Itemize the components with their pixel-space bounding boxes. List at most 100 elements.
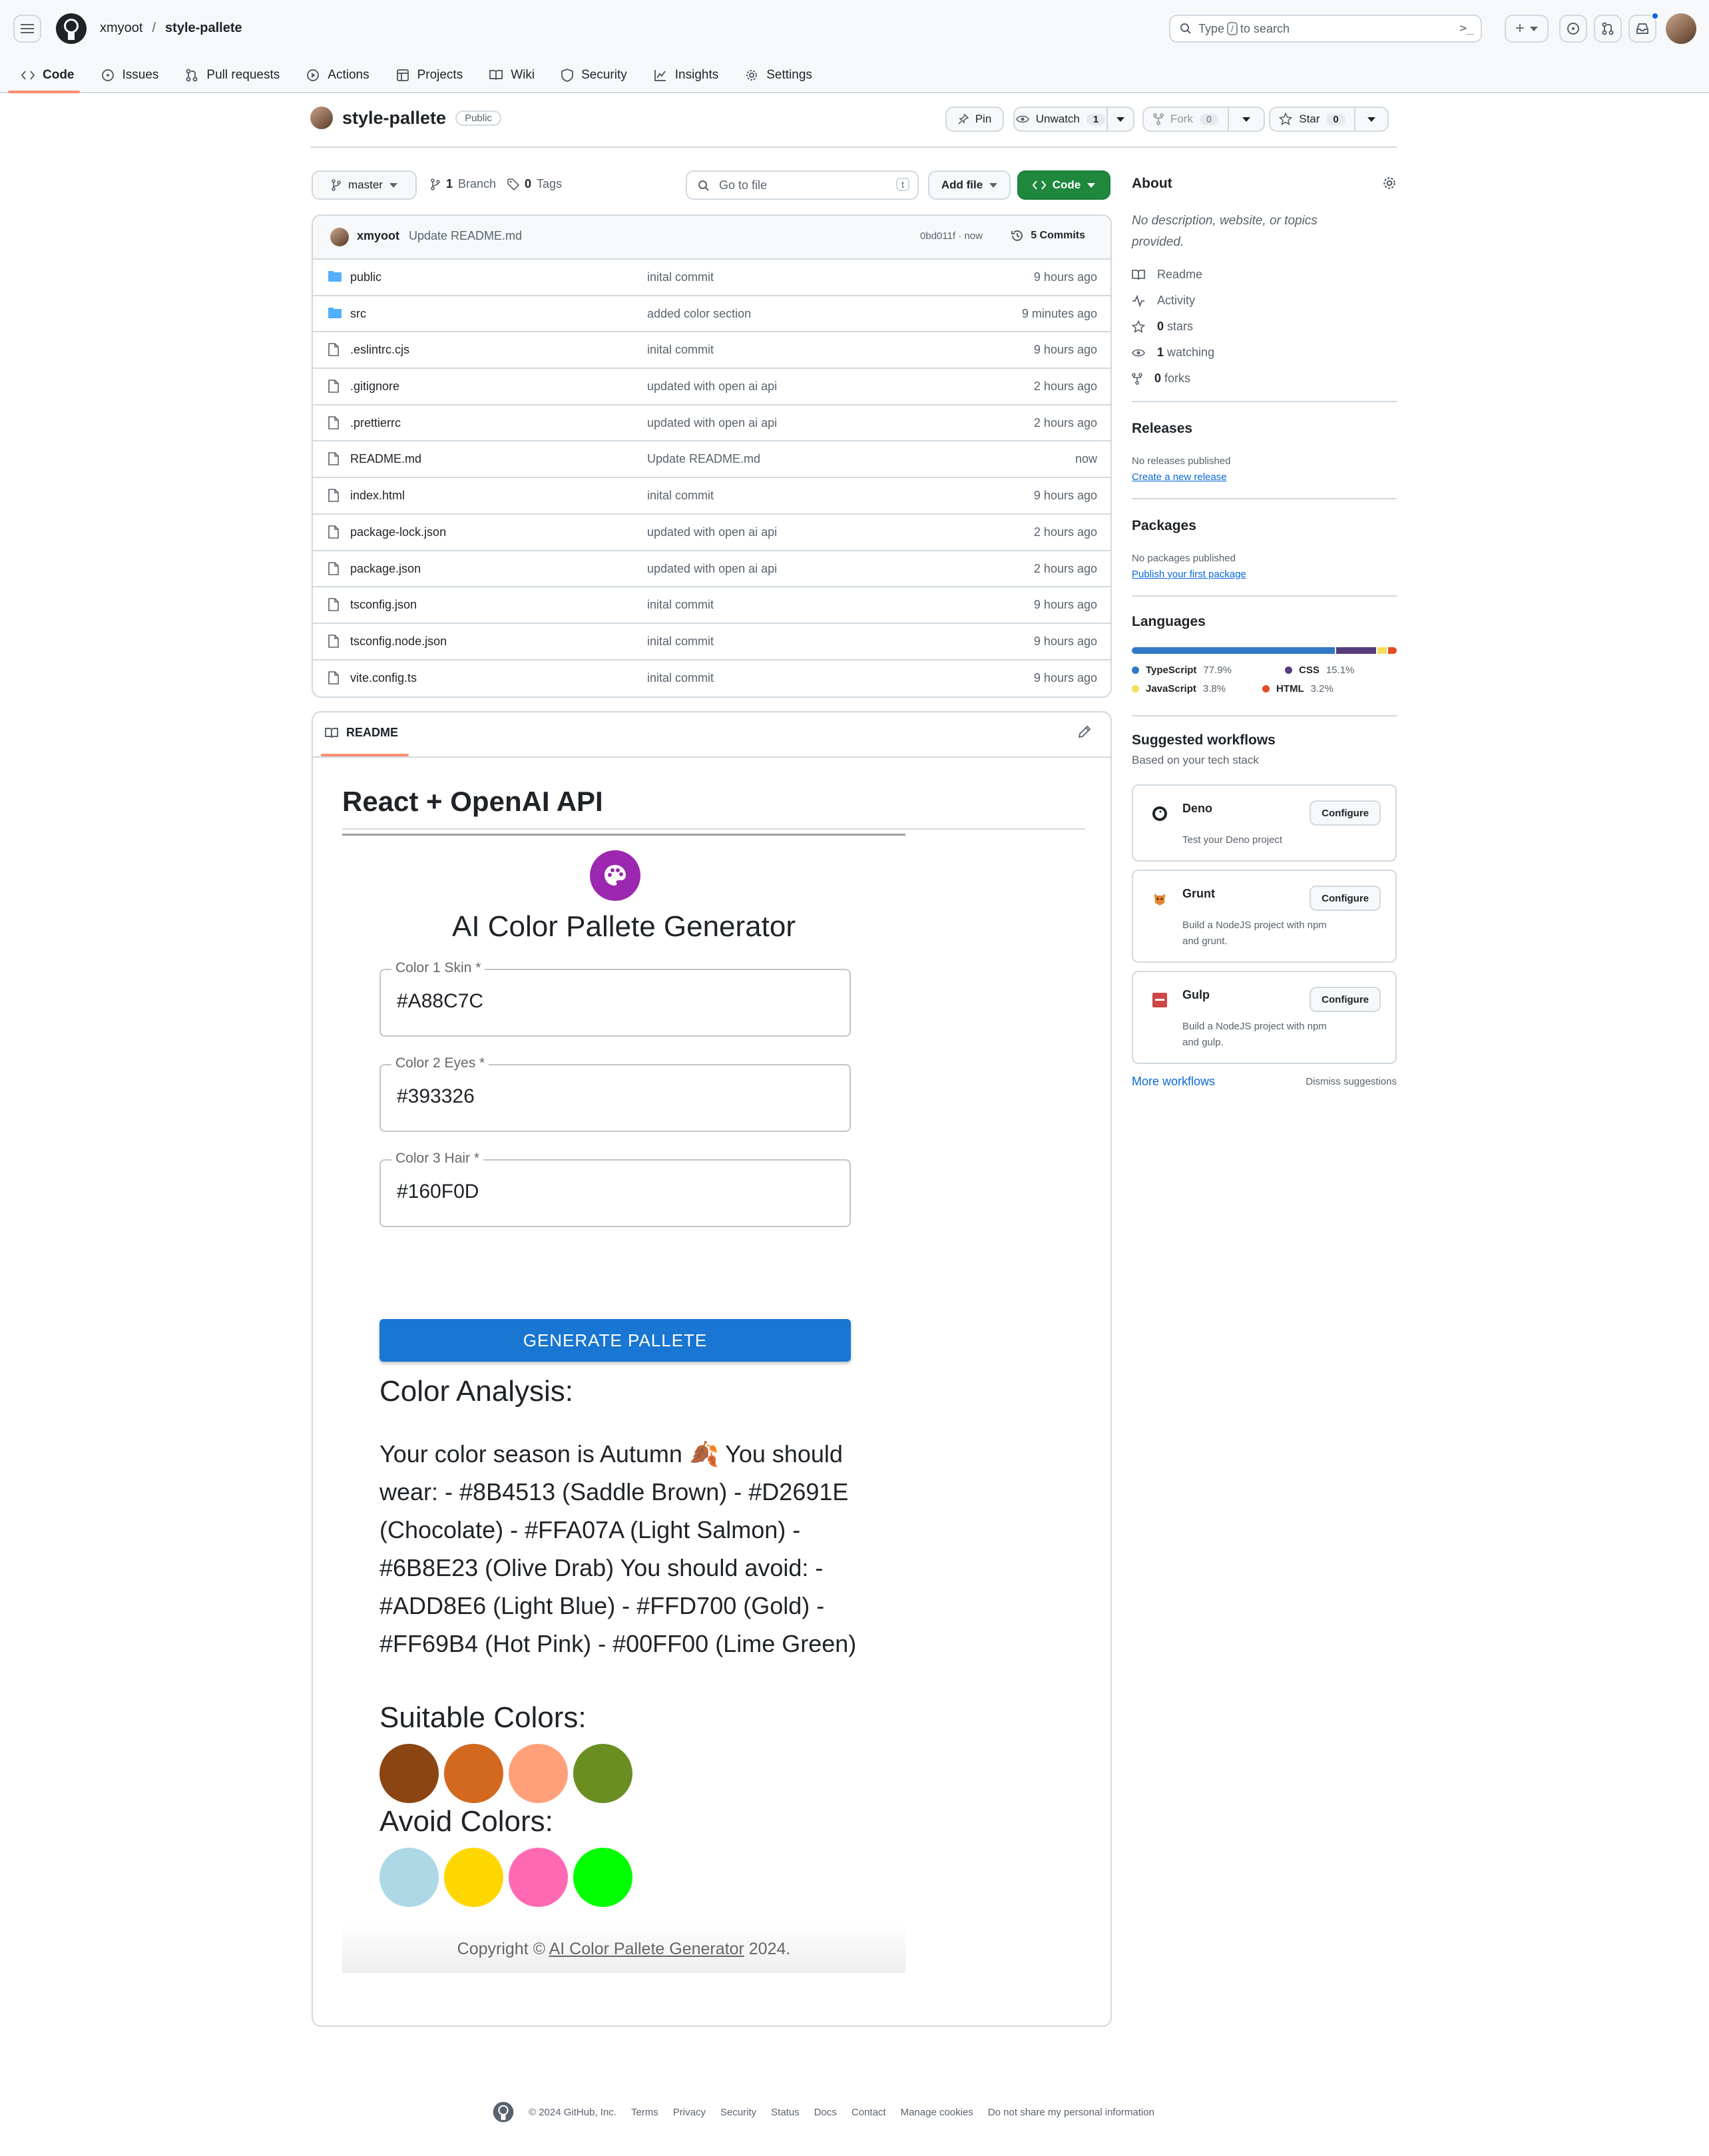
tab-code[interactable]: Code [0, 57, 88, 93]
file-commit-message[interactable]: Update README.md [647, 452, 760, 466]
copyright-link[interactable]: AI Color Pallete Generator [549, 1940, 744, 1958]
file-name[interactable]: package-lock.json [350, 525, 446, 539]
create-release-link[interactable]: Create a new release [1132, 471, 1227, 483]
file-row[interactable]: vite.config.ts inital commit 9 hours ago [313, 661, 1110, 696]
branches-link[interactable]: 1 Branch [430, 177, 496, 191]
file-name[interactable]: tsconfig.json [350, 598, 417, 612]
color-3-hair-field[interactable]: Color 3 Hair * #160F0D [379, 1151, 851, 1227]
file-commit-message[interactable]: updated with open ai api [647, 380, 777, 394]
color-1-skin-field[interactable]: Color 1 Skin * #A88C7C [379, 960, 851, 1037]
issues-button[interactable] [1559, 15, 1587, 43]
tab-wiki[interactable]: Wiki [476, 57, 548, 93]
tab-projects[interactable]: Projects [383, 57, 477, 93]
configure-button[interactable]: Configure [1310, 886, 1381, 911]
file-row[interactable]: README.md Update README.md now [313, 441, 1110, 479]
file-name[interactable]: index.html [350, 489, 405, 503]
commit-hash-time[interactable]: 0bd011f · now [920, 230, 983, 242]
fork-dropdown[interactable] [1228, 107, 1265, 132]
file-name[interactable]: public [350, 270, 381, 284]
footer-link[interactable]: Docs [814, 2107, 837, 2118]
file-row[interactable]: public inital commit 9 hours ago [313, 260, 1110, 296]
language-item[interactable]: HTML 3.2% [1262, 683, 1334, 694]
file-name[interactable]: package.json [350, 562, 421, 576]
commits-link[interactable]: 5 Commits [1011, 229, 1085, 242]
tab-pull-requests[interactable]: Pull requests [172, 57, 293, 93]
language-item[interactable]: CSS 15.1% [1285, 665, 1354, 676]
file-commit-message[interactable]: updated with open ai api [647, 562, 777, 576]
dismiss-suggestions-link[interactable]: Dismiss suggestions [1306, 1076, 1397, 1087]
menu-button[interactable] [13, 15, 41, 43]
fork-button[interactable]: Fork 0 [1142, 107, 1229, 132]
create-new-button[interactable]: + [1505, 15, 1549, 43]
star-button[interactable]: Star 0 [1269, 107, 1355, 132]
activity-link[interactable]: Activity [1132, 294, 1195, 308]
tab-insights[interactable]: Insights [640, 57, 732, 93]
configure-button[interactable]: Configure [1310, 987, 1381, 1012]
watch-dropdown[interactable] [1106, 107, 1134, 132]
breadcrumb-owner[interactable]: xmyoot [100, 19, 142, 37]
footer-link[interactable]: Do not share my personal information [988, 2107, 1154, 2118]
file-row[interactable]: tsconfig.node.json inital commit 9 hours a… [313, 624, 1110, 661]
file-row[interactable]: index.html inital commit 9 hours ago [313, 478, 1110, 515]
file-name[interactable]: .eslintrc.cjs [350, 343, 409, 357]
command-palette-icon[interactable]: >_ [1459, 21, 1474, 35]
footer-link[interactable]: Manage cookies [901, 2107, 973, 2118]
code-button[interactable]: Code [1017, 170, 1110, 200]
footer-link[interactable]: Contact [852, 2107, 886, 2118]
repo-name[interactable]: style-pallete [342, 108, 446, 129]
file-commit-message[interactable]: added color section [647, 307, 751, 321]
generate-pallete-button[interactable]: GENERATE PALLETE [379, 1319, 851, 1362]
file-name[interactable]: src [350, 307, 366, 321]
file-commit-message[interactable]: inital commit [647, 489, 714, 503]
file-row[interactable]: src added color section 9 minutes ago [313, 296, 1110, 333]
file-commit-message[interactable]: updated with open ai api [647, 525, 777, 539]
footer-link[interactable]: Security [720, 2107, 756, 2118]
file-row[interactable]: .eslintrc.cjs inital commit 9 hours ago [313, 332, 1110, 370]
unwatch-button[interactable]: Unwatch 1 [1013, 107, 1108, 132]
footer-link[interactable]: Terms [631, 2107, 658, 2118]
go-to-file-input[interactable]: Go to file t [686, 170, 919, 200]
file-commit-message[interactable]: inital commit [647, 635, 714, 649]
edit-readme-button[interactable] [1077, 724, 1092, 742]
pull-requests-button[interactable] [1594, 15, 1622, 43]
file-name[interactable]: .prettierrc [350, 416, 401, 430]
inbox-button[interactable] [1628, 12, 1659, 43]
tab-settings[interactable]: Settings [732, 57, 826, 93]
tab-actions[interactable]: Actions [293, 57, 382, 93]
file-row[interactable]: package.json updated with open ai api 2 ho… [313, 551, 1110, 588]
file-row[interactable]: .gitignore updated with open ai api 2 hour… [313, 369, 1110, 405]
branch-select[interactable]: master [312, 170, 417, 200]
more-workflows-link[interactable]: More workflows [1132, 1075, 1215, 1089]
commit-author-avatar[interactable] [330, 228, 349, 246]
releases-heading[interactable]: Releases [1132, 421, 1192, 437]
tab-security[interactable]: Security [548, 57, 640, 93]
color-2-eyes-field[interactable]: Color 2 Eyes * #393326 [379, 1055, 851, 1132]
footer-link[interactable]: Privacy [673, 2107, 706, 2118]
file-commit-message[interactable]: inital commit [647, 343, 714, 357]
readme-tab[interactable]: README [325, 726, 398, 740]
readme-link[interactable]: Readme [1132, 268, 1202, 282]
configure-button[interactable]: Configure [1310, 800, 1381, 826]
footer-link[interactable]: Status [771, 2107, 800, 2118]
commit-author[interactable]: xmyoot [357, 229, 399, 243]
file-name[interactable]: vite.config.ts [350, 671, 417, 685]
file-row[interactable]: package-lock.json updated with open ai ap… [313, 515, 1110, 551]
file-commit-message[interactable]: inital commit [647, 671, 714, 685]
file-commit-message[interactable]: updated with open ai api [647, 416, 777, 430]
file-row[interactable]: .prettierrc updated with open ai api 2 hou… [313, 405, 1110, 442]
publish-package-link[interactable]: Publish your first package [1132, 569, 1246, 580]
tags-link[interactable]: 0 Tags [507, 177, 562, 191]
commit-message[interactable]: Update README.md [409, 229, 522, 243]
file-row[interactable]: tsconfig.json inital commit 9 hours ago [313, 587, 1110, 624]
file-name[interactable]: .gitignore [350, 380, 399, 394]
tab-issues[interactable]: Issues [88, 57, 172, 93]
file-commit-message[interactable]: inital commit [647, 598, 714, 612]
file-commit-message[interactable]: inital commit [647, 270, 714, 284]
language-item[interactable]: TypeScript 77.9% [1132, 665, 1232, 676]
owner-avatar[interactable] [310, 107, 333, 129]
packages-heading[interactable]: Packages [1132, 518, 1196, 534]
search-input[interactable]: Type / to search >_ [1169, 15, 1482, 43]
forks-link[interactable]: 0 forks [1132, 372, 1190, 386]
star-dropdown[interactable] [1354, 107, 1389, 132]
stars-link[interactable]: 0 stars [1132, 320, 1193, 334]
